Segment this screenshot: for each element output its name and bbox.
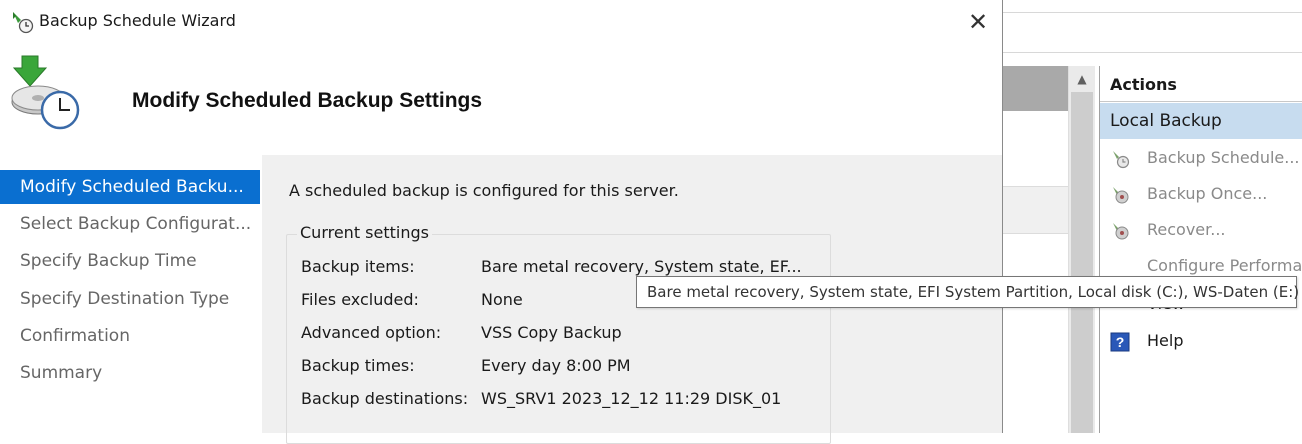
- settings-legend: Current settings: [297, 223, 432, 242]
- actions-header: Actions: [1100, 66, 1302, 102]
- action-recover[interactable]: Recover...: [1100, 215, 1302, 245]
- backup-times-label: Backup times:: [301, 356, 415, 375]
- scroll-up-arrow-icon[interactable]: ▲: [1069, 66, 1095, 92]
- recover-icon: [1113, 223, 1129, 240]
- actions-group-local-backup[interactable]: Local Backup: [1100, 103, 1302, 139]
- nav-step-select-backup-configuration[interactable]: Select Backup Configurat...: [0, 207, 260, 241]
- nav-step-specify-destination-type[interactable]: Specify Destination Type: [0, 282, 260, 316]
- close-icon: ✕: [967, 8, 989, 36]
- backup-items-label: Backup items:: [301, 257, 415, 276]
- advanced-option-value: VSS Copy Backup: [481, 323, 622, 342]
- intro-text: A scheduled backup is configured for thi…: [289, 181, 679, 200]
- backup-disk-clock-icon: [11, 55, 80, 130]
- toolbar-divider: [1003, 52, 1302, 53]
- advanced-option-label: Advanced option:: [301, 323, 442, 342]
- files-excluded-value: None: [481, 290, 523, 309]
- backup-schedule-icon: [13, 12, 34, 34]
- mmc-background-window: ▲ Actions Local Backup Backup Schedule..…: [1003, 0, 1302, 433]
- backup-items-tooltip: Bare metal recovery, System state, EFI S…: [636, 276, 1299, 308]
- center-pane-scrollbar[interactable]: ▲: [1068, 66, 1095, 433]
- center-pane-band: [1003, 186, 1068, 234]
- nav-step-modify-scheduled-backup[interactable]: Modify Scheduled Backu...: [0, 170, 260, 204]
- current-settings-group: Current settings Backup items: Bare meta…: [286, 223, 831, 444]
- backup-destinations-label: Backup destinations:: [301, 389, 469, 408]
- backup-times-value: Every day 8:00 PM: [481, 356, 631, 375]
- backup-once-icon: [1113, 187, 1129, 204]
- backup-schedule-wizard-dialog: Backup Schedule Wizard ✕ Modify Schedule…: [0, 0, 1003, 444]
- toolbar-divider: [1003, 12, 1302, 13]
- backup-items-value[interactable]: Bare metal recovery, System state, EF...: [481, 257, 802, 276]
- action-backup-schedule[interactable]: Backup Schedule...: [1100, 143, 1302, 173]
- action-label: Backup Schedule...: [1147, 148, 1300, 167]
- wizard-header: Modify Scheduled Backup Settings: [0, 44, 1002, 154]
- action-label: Backup Once...: [1147, 184, 1268, 203]
- nav-step-summary[interactable]: Summary: [0, 356, 260, 390]
- action-backup-once[interactable]: Backup Once...: [1100, 179, 1302, 209]
- svg-text:?: ?: [1116, 334, 1125, 350]
- action-help[interactable]: ? Help: [1100, 326, 1302, 356]
- center-pane-header: [1003, 66, 1068, 111]
- page-title: Modify Scheduled Backup Settings: [132, 89, 483, 112]
- backup-destinations-value: WS_SRV1 2023_12_12 11:29 DISK_01: [481, 389, 782, 408]
- center-pane: [1003, 66, 1068, 433]
- files-excluded-label: Files excluded:: [301, 290, 419, 309]
- scroll-thumb[interactable]: [1071, 92, 1093, 433]
- close-button[interactable]: ✕: [960, 6, 996, 38]
- backup-schedule-icon: [1113, 151, 1130, 169]
- nav-step-confirmation[interactable]: Confirmation: [0, 319, 260, 353]
- action-label: Help: [1147, 331, 1184, 350]
- nav-step-specify-backup-time[interactable]: Specify Backup Time: [0, 244, 260, 278]
- actions-pane: Actions Local Backup Backup Schedule... …: [1099, 66, 1302, 433]
- wizard-steps-nav: Modify Scheduled Backu... Select Backup …: [0, 155, 262, 433]
- window-title: Backup Schedule Wizard: [39, 11, 236, 30]
- action-label: Recover...: [1147, 220, 1226, 239]
- help-icon: ?: [1110, 332, 1130, 352]
- title-bar[interactable]: Backup Schedule Wizard ✕: [0, 0, 1002, 44]
